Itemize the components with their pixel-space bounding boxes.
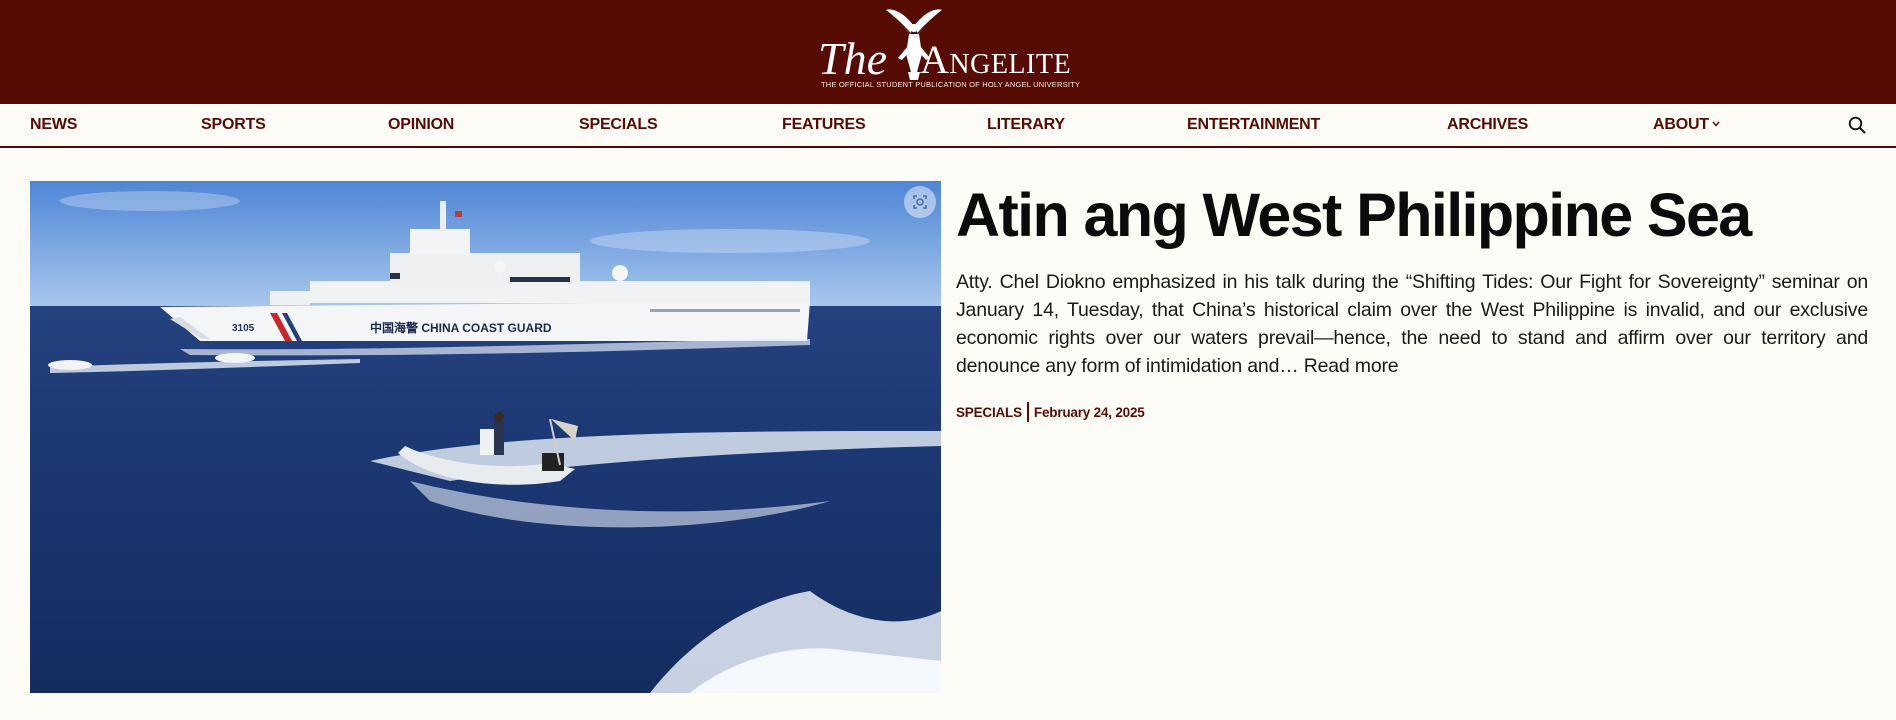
nav-item-archives[interactable]: ARCHIVES xyxy=(1447,116,1528,134)
featured-image-illustration: 3105 中国海警 CHINA COAST GUARD xyxy=(30,181,941,693)
logo-tagline: THE OFFICIAL STUDENT PUBLICATION OF HOLY… xyxy=(821,80,1081,89)
nav-item-specials[interactable]: SPECIALS xyxy=(579,116,658,134)
zoom-icon xyxy=(913,195,927,209)
ship-hull-text: 中国海警 CHINA COAST GUARD xyxy=(370,320,552,335)
meta-divider xyxy=(1026,402,1029,422)
nav-item-sports[interactable]: SPORTS xyxy=(201,116,266,134)
featured-image[interactable]: 3105 中国海警 CHINA COAST GUARD xyxy=(30,181,941,693)
article-category-link[interactable]: SPECIALS xyxy=(956,405,1022,420)
article-meta: SPECIALS February 24, 2025 xyxy=(956,402,1145,424)
site-logo[interactable]: The Angelite THE OFFICIAL STUDENT PUBLIC… xyxy=(818,6,1080,94)
nav-item-about[interactable]: ABOUT xyxy=(1653,116,1720,134)
nav-item-literary[interactable]: LITERARY xyxy=(987,116,1065,134)
article-excerpt: Atty. Chel Diokno emphasized in his talk… xyxy=(956,268,1868,380)
nav-item-entertainment[interactable]: ENTERTAINMENT xyxy=(1187,116,1320,134)
search-icon[interactable] xyxy=(1848,116,1866,134)
article-excerpt-text: Atty. Chel Diokno emphasized in his talk… xyxy=(956,271,1868,377)
article-title[interactable]: Atin ang West Philippine Sea xyxy=(956,179,1876,251)
chevron-down-icon xyxy=(1712,121,1720,127)
image-zoom-button[interactable] xyxy=(904,186,936,218)
main-nav: NEWS SPORTS OPINION SPECIALS FEATURES LI… xyxy=(0,104,1896,148)
nav-item-news[interactable]: NEWS xyxy=(30,116,77,134)
nav-item-features[interactable]: FEATURES xyxy=(782,116,866,134)
logo-name: Angelite xyxy=(920,37,1072,82)
logo-the: The xyxy=(818,33,887,84)
site-header: The Angelite THE OFFICIAL STUDENT PUBLIC… xyxy=(0,0,1896,104)
nav-item-opinion[interactable]: OPINION xyxy=(388,116,454,134)
read-more-link[interactable]: Read more xyxy=(1304,355,1399,377)
nav-item-about-label: ABOUT xyxy=(1653,116,1709,133)
article-date: February 24, 2025 xyxy=(1033,405,1145,420)
svg-text:3105: 3105 xyxy=(232,323,255,334)
